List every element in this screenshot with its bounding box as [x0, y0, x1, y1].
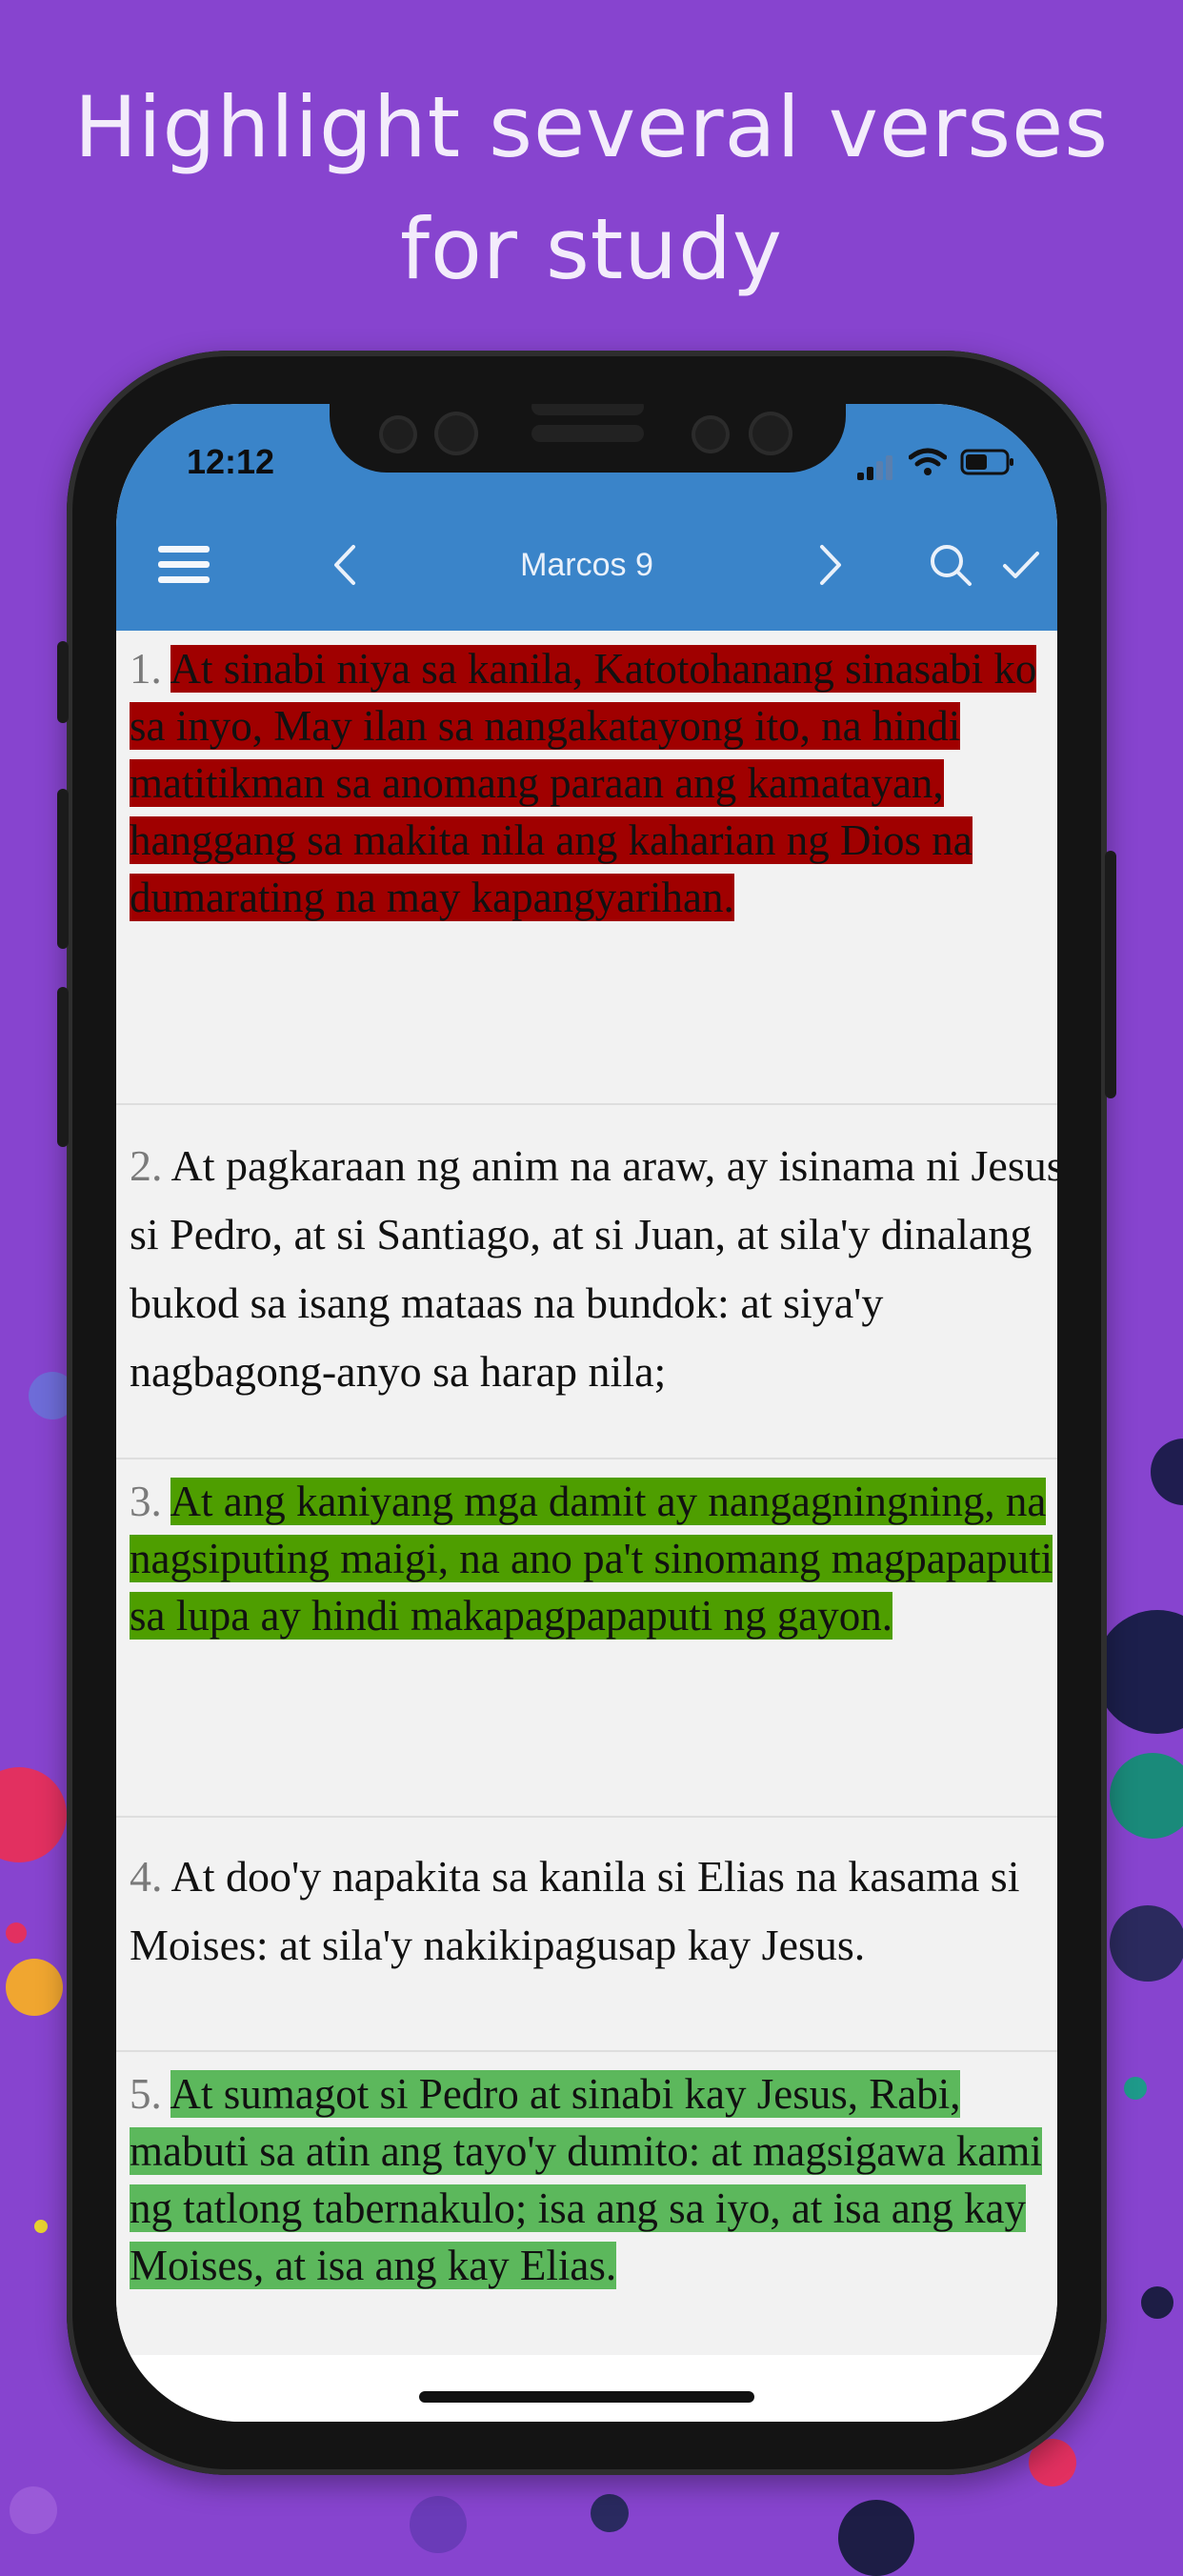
- chapter-content[interactable]: 1. At sinabi niya sa kanila, Katotohanan…: [116, 631, 1057, 2355]
- verse-divider: [116, 1103, 1057, 1105]
- battery-icon: [960, 448, 1015, 480]
- background-dot: [1110, 1753, 1183, 1839]
- verse-number: 2.: [130, 1141, 163, 1190]
- verse-text: At sinabi niya sa kanila, Katotohanang s…: [130, 645, 1037, 921]
- speaker-grille: [531, 425, 644, 442]
- wifi-icon: [908, 448, 948, 480]
- background-dot: [1124, 2077, 1147, 2100]
- verse-5[interactable]: 5. At sumagot si Pedro at sinabi kay Jes…: [116, 2065, 1057, 2294]
- chevron-left-icon: [334, 545, 355, 585]
- background-dot: [838, 2500, 914, 2576]
- previous-chapter-button[interactable]: [307, 499, 383, 631]
- background-dot: [0, 1767, 67, 1862]
- phone-screen: 12:12 Marcos 9 1. At sinabi niya sa kani…: [116, 404, 1057, 2422]
- volume-up-button: [57, 789, 69, 949]
- promo-headline: Highlight several verses for study: [0, 67, 1183, 311]
- verse-divider: [116, 1458, 1057, 1459]
- sensor-icon: [692, 415, 730, 453]
- phone-frame: 12:12 Marcos 9 1. At sinabi niya sa kani…: [57, 351, 1116, 2475]
- verse-text: At pagkaraan ng anim na araw, ay isinama…: [130, 1141, 1057, 1396]
- verse-divider: [116, 2050, 1057, 2052]
- background-dot: [1151, 1439, 1183, 1505]
- navigation-bar: Marcos 9: [116, 499, 1057, 631]
- camera-icon: [749, 412, 792, 455]
- background-dot: [591, 2494, 629, 2532]
- search-button[interactable]: [912, 499, 989, 631]
- verse-1[interactable]: 1. At sinabi niya sa kanila, Katotohanan…: [116, 640, 1057, 926]
- headline-line-2: for study: [399, 200, 784, 298]
- verse-3[interactable]: 3. At ang kaniyang mga damit ay nangagni…: [116, 1473, 1057, 1644]
- background-dot: [410, 2496, 467, 2553]
- verse-number: 4.: [130, 1852, 163, 1901]
- chevron-right-icon: [820, 545, 841, 585]
- background-dot: [34, 2220, 48, 2233]
- chapter-title[interactable]: Marcos 9: [402, 499, 772, 631]
- background-dot: [10, 2486, 57, 2534]
- verse-number: 3.: [130, 1478, 162, 1525]
- verse-number: 5.: [130, 2070, 162, 2118]
- signal-icon: [857, 453, 895, 480]
- verse-text: At sumagot si Pedro at sinabi kay Jesus,…: [130, 2070, 1042, 2289]
- verse-number: 1.: [130, 645, 162, 693]
- background-dot: [1110, 1905, 1183, 1982]
- next-chapter-button[interactable]: [792, 499, 869, 631]
- verse-divider: [116, 1816, 1057, 1818]
- menu-button[interactable]: [141, 499, 227, 631]
- checkmark-icon: [1003, 552, 1039, 578]
- notch: [330, 404, 846, 473]
- home-area: [116, 2355, 1057, 2422]
- home-indicator[interactable]: [419, 2391, 754, 2403]
- search-icon: [931, 545, 972, 586]
- background-dot: [1095, 1610, 1183, 1734]
- headline-line-1: Highlight several verses: [73, 78, 1110, 176]
- status-time: 12:12: [187, 442, 275, 481]
- speaker-grille: [531, 404, 644, 415]
- background-dot: [1141, 2286, 1173, 2319]
- mute-switch: [57, 641, 69, 723]
- status-icons: [857, 448, 1015, 480]
- done-button[interactable]: [983, 499, 1057, 631]
- verse-4[interactable]: 4. At doo'y napakita sa kanila si Elias …: [116, 1842, 1057, 1980]
- background-dot: [6, 1959, 63, 2016]
- verse-text: At doo'y napakita sa kanila si Elias na …: [130, 1852, 1020, 1969]
- power-button: [1105, 851, 1116, 1098]
- sensor-icon: [434, 412, 478, 455]
- camera-icon: [379, 415, 417, 453]
- background-dot: [6, 1922, 27, 1943]
- verse-text: At ang kaniyang mga damit ay nangagningn…: [130, 1478, 1053, 1640]
- volume-down-button: [57, 987, 69, 1147]
- hamburger-menu-icon: [158, 546, 210, 583]
- verse-2[interactable]: 2. At pagkaraan ng anim na araw, ay isin…: [116, 1132, 1057, 1406]
